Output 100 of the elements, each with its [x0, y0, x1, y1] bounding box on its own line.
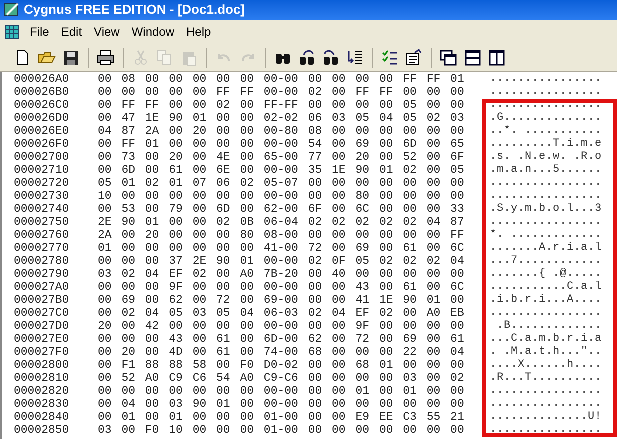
address-cell-text: 00002780 — [13, 255, 70, 268]
window-title: Cygnus FREE EDITION - [Doc1.doc] — [24, 1, 246, 20]
app-icon — [4, 2, 20, 18]
hex-bytes: 2E 90 01 00 00 02 0B 06-04 02 02 02 02 02 04 87 — [98, 216, 466, 229]
properties-icon — [405, 48, 423, 66]
address-cell-text: 000027B0 — [13, 294, 70, 307]
ascii-text: ................ — [490, 99, 602, 112]
address-cell-text: 000026E0 — [13, 125, 70, 138]
document-grid-icon[interactable] — [4, 23, 22, 41]
address-cell-text: 000027C0 — [13, 307, 70, 320]
ascii-text: .......{ .@..... — [490, 268, 602, 281]
ascii-text: .i.b.r.i...A.... — [490, 294, 602, 307]
hex-bytes: 00 20 00 4D 00 61 00 74-00 68 00 00 00 22 00 04 — [98, 346, 466, 359]
hex-bytes: 00 52 A0 C9 C6 54 A0 C9-C6 00 00 00 00 03 00 02 — [98, 372, 466, 385]
address-cell-text: 000027D0 — [13, 320, 70, 333]
hex-bytes: 00 53 00 79 00 6D 00 62-00 6F 00 6C 00 00 00 33 — [98, 203, 466, 216]
address-cell-text: 000026F0 — [13, 138, 70, 151]
address-cell-text: 00002800 — [13, 359, 70, 372]
ascii-text: ................ — [490, 216, 602, 229]
address-cell-text: 00002760 — [13, 229, 70, 242]
address-cell-text: 00002750 — [13, 216, 70, 229]
hex-bytes: 00 6D 00 61 00 6E 00 00-00 35 1E 90 01 02 00 05 — [98, 164, 466, 177]
checklist-icon — [381, 48, 399, 66]
ascii-text: ................ — [490, 86, 602, 99]
ascii-text: .S.y.m.b.o.l...3 — [490, 203, 602, 216]
ascii-text: ...7............ — [490, 255, 602, 268]
ascii-text: ...........C.a.l — [490, 281, 602, 294]
ascii-text: .......A.r.i.a.l — [490, 242, 602, 255]
ascii-text: .s. .N.e.w. .R.o — [490, 151, 602, 164]
address-cell-text: 00002730 — [13, 190, 70, 203]
hex-bytes: 04 87 2A 00 20 00 00 00-80 08 00 00 00 00 00 00 — [98, 125, 466, 138]
hex-bytes: 01 00 00 00 00 00 00 41-00 72 00 69 00 61 00 6C — [98, 242, 466, 255]
address-cell-text: 00002840 — [13, 411, 70, 424]
ascii-text: .........T.i.m.e — [490, 138, 602, 151]
ascii-text: ................ — [490, 424, 602, 437]
hex-bytes: 00 00 00 9F 00 00 00 00-00 00 00 43 00 61 00 6C — [98, 281, 466, 294]
hex-bytes: 10 00 00 00 00 00 00 00-00 00 00 80 00 00 00 00 — [98, 190, 466, 203]
ascii-text: .B............. — [496, 320, 602, 333]
ascii-text: .R...T.......... — [490, 372, 602, 385]
ascii-text: ..............U! — [490, 411, 602, 424]
ascii-text: *. ............. — [490, 229, 602, 242]
ascii-text: ................ — [490, 398, 602, 411]
ascii-text: ....X......h.... — [490, 359, 602, 372]
address-cell-text: 00002830 — [13, 398, 70, 411]
address-cell-text: 000027F0 — [13, 346, 70, 359]
ascii-text: ................ — [490, 177, 602, 190]
address-cell-text: 00002790 — [13, 268, 70, 281]
address-cell-text: 00002850 — [13, 424, 70, 437]
menu-item[interactable]: View — [88, 23, 126, 41]
address-cell-text: 00002720 — [13, 177, 70, 190]
ascii-text: ................ — [490, 307, 602, 320]
hex-bytes: 00 00 00 37 2E 90 01 00-00 02 0F 05 02 02 02 04 — [98, 255, 466, 268]
address-cell-text: 000027A0 — [13, 281, 70, 294]
address-cell-text: 00002700 — [13, 151, 70, 164]
printer-icon — [97, 48, 115, 66]
address-cell-text: 00002810 — [13, 372, 70, 385]
ascii-text: . .M.a.t.h...".. — [490, 346, 602, 359]
ascii-text: ................ — [490, 73, 602, 86]
hex-bytes: 03 00 F0 10 00 00 00 01-00 00 00 00 00 00 00 00 — [98, 424, 466, 437]
address-cell-text: 000026C0 — [13, 99, 70, 112]
address-cell-text: 00002770 — [13, 242, 70, 255]
ascii-text: .G.............. — [490, 112, 602, 125]
hex-bytes: 00 00 00 43 00 61 00 6D-00 62 00 72 00 69 00 61 — [98, 333, 466, 346]
menu-item[interactable]: File — [24, 23, 56, 41]
address-cell-text: 00002740 — [13, 203, 70, 216]
address-cell-text: 000026B0 — [13, 86, 70, 99]
ascii-text: ..*. ........... — [490, 125, 602, 138]
hex-bytes: 2A 00 20 00 00 00 80 08-00 00 00 00 00 00 00 FF — [98, 229, 466, 242]
hex-bytes: 00 08 00 00 00 00 00 00-00 00 00 00 00 FF FF 01 — [98, 73, 466, 86]
hex-bytes: 20 00 42 00 00 00 00 00-00 00 00 9F 00 00 00 00 — [98, 320, 466, 333]
menu-item[interactable]: Help — [180, 23, 218, 41]
hex-bytes: 00 69 00 62 00 72 00 69-00 00 00 41 1E 90 01 00 — [98, 294, 466, 307]
menu-item[interactable]: Window — [126, 23, 181, 41]
cascade-windows-icon — [440, 48, 458, 66]
hex-bytes: 00 04 00 03 90 01 00 00-00 00 00 00 00 00 00 00 — [98, 398, 466, 411]
hex-bytes: 00 00 00 00 00 00 00 00-00 00 00 01 00 01 00 00 — [98, 385, 466, 398]
jump-to-line-icon — [346, 48, 364, 66]
copy-icon — [156, 48, 174, 66]
hex-bytes: 00 FF FF 00 00 02 00 FF-FF 00 00 00 00 05 00 00 — [98, 99, 466, 112]
binoculars-arrow-icon — [298, 48, 316, 66]
address-cell-text: 00002820 — [13, 385, 70, 398]
ascii-text: ................ — [490, 385, 602, 398]
hex-bytes: 00 02 04 05 03 05 04 06-03 02 04 EF 02 00 A0 EB — [98, 307, 466, 320]
menu-item[interactable]: Edit — [55, 23, 88, 41]
hex-bytes: 00 F1 88 88 58 00 F0 D0-02 00 00 68 01 00 00 00 — [98, 359, 466, 372]
hex-bytes: 00 47 1E 90 01 00 00 02-02 06 03 05 04 05 02 03 — [98, 112, 466, 125]
ascii-text: ................ — [490, 190, 602, 203]
hex-bytes: 00 73 00 20 00 4E 00 65-00 77 00 20 00 52 00 6F — [98, 151, 466, 164]
hex-bytes: 00 00 00 00 00 FF FF 00-00 02 00 FF FF 00 00 00 — [98, 86, 466, 99]
hex-bytes: 03 02 04 EF 02 00 A0 7B-20 00 40 00 00 00 00 00 — [98, 268, 466, 281]
hex-bytes: 00 01 00 01 00 00 00 01-00 00 00 E9 EE C3 55 21 — [98, 411, 466, 424]
tile-vertical-icon — [488, 48, 506, 66]
hex-bytes: 05 01 02 01 07 06 02 05-07 00 00 00 00 00 00 00 — [98, 177, 466, 190]
ascii-text: .m.a.n...5...... — [490, 164, 602, 177]
hex-bytes: 00 FF 01 00 00 00 00 00-00 54 00 69 00 6D 00 65 — [98, 138, 466, 151]
address-cell-text: 000027E0 — [13, 333, 70, 346]
address-cell-text: 000026A0 — [13, 73, 70, 86]
tile-horizontal-icon — [464, 48, 482, 66]
ascii-text: ...C.a.m.b.r.i.a — [490, 333, 602, 346]
address-cell-text: 000026D0 — [13, 112, 70, 125]
